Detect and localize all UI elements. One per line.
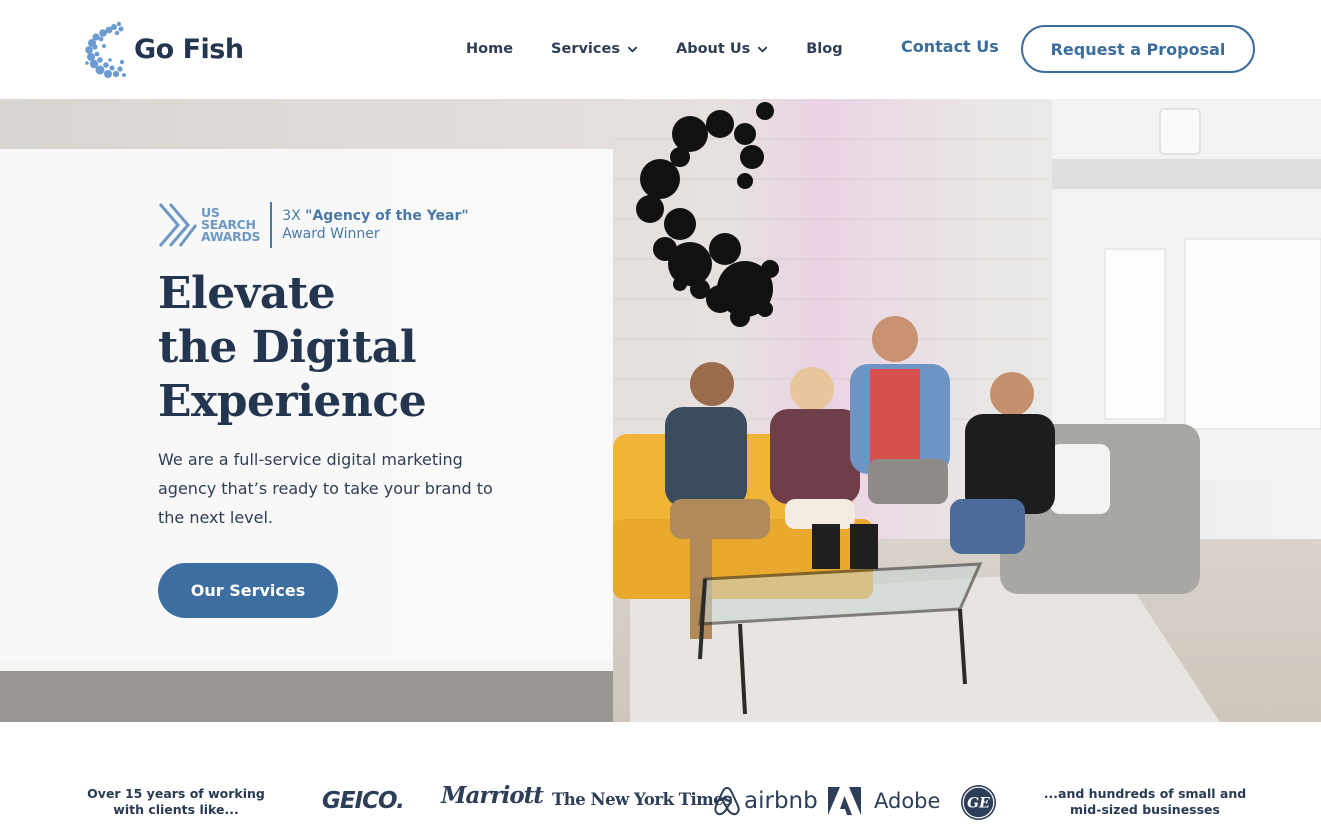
main-nav: Home Services About Us Blog <box>466 38 881 60</box>
hero-heading: Elevate the Digital Experience <box>158 268 427 427</box>
logo-wordmark: Go Fish <box>134 33 244 65</box>
us-search-awards-logo: US SEARCH AWARDS <box>158 202 261 248</box>
clients-strip: Over 15 years of working with clients li… <box>0 722 1321 834</box>
nav-blog-label: Blog <box>806 41 843 57</box>
airbnb-logo: airbnb <box>713 785 818 817</box>
request-proposal-button[interactable]: Request a Proposal <box>1021 25 1255 73</box>
award-prefix: 3X <box>282 208 306 224</box>
award-divider <box>270 202 273 248</box>
award-badge: US SEARCH AWARDS 3X "Agency of the Year"… <box>158 202 469 248</box>
hero-section: US SEARCH AWARDS 3X "Agency of the Year"… <box>0 99 1321 722</box>
nav-about-label: About Us <box>675 41 751 57</box>
nav-blog[interactable]: Blog <box>806 38 842 60</box>
clients-outro-text: ...and hundreds of small and mid-sized b… <box>1043 786 1247 817</box>
nav-home-label: Home <box>466 41 514 57</box>
go-fish-logo-icon <box>85 21 126 78</box>
adobe-a-icon <box>828 787 861 815</box>
svg-text:GE: GE <box>967 796 990 812</box>
chevron-down-icon <box>627 46 638 52</box>
award-logo-text: US SEARCH AWARDS <box>201 205 261 244</box>
nav-services[interactable]: Services <box>551 38 638 60</box>
award-chevrons-icon <box>158 203 198 247</box>
site-logo[interactable]: Go Fish <box>84 18 244 80</box>
airbnb-belo-icon <box>714 786 740 816</box>
marriott-logo: Marriott <box>441 782 544 809</box>
ge-monogram-icon: GE <box>961 785 996 820</box>
chevron-down-icon <box>758 46 768 52</box>
nyt-logo: The New York Times <box>552 790 733 809</box>
nav-services-label: Services <box>551 41 620 57</box>
adobe-wordmark: Adobe <box>874 789 941 813</box>
award-subtitle: Award Winner <box>282 226 380 242</box>
hero-description: We are a full-service digital marketing … <box>158 450 493 527</box>
nav-about-us[interactable]: About Us <box>676 38 768 60</box>
adobe-logo: Adobe <box>828 787 940 815</box>
award-title: "Agency of the Year" <box>305 208 469 224</box>
site-header: Go Fish Home Services About Us Blog Cont… <box>0 0 1321 99</box>
ge-logo: GE <box>960 784 997 821</box>
airbnb-wordmark: airbnb <box>744 788 818 814</box>
our-services-button[interactable]: Our Services <box>158 563 338 618</box>
geico-logo: GEICO. <box>322 788 405 814</box>
clients-intro-text: Over 15 years of working with clients li… <box>87 786 265 817</box>
contact-us-link[interactable]: Contact Us <box>901 37 999 56</box>
nav-home[interactable]: Home <box>466 38 513 60</box>
award-caption: 3X "Agency of the Year" Award Winner <box>282 207 468 243</box>
hero-content-card: US SEARCH AWARDS 3X "Agency of the Year"… <box>0 149 613 671</box>
